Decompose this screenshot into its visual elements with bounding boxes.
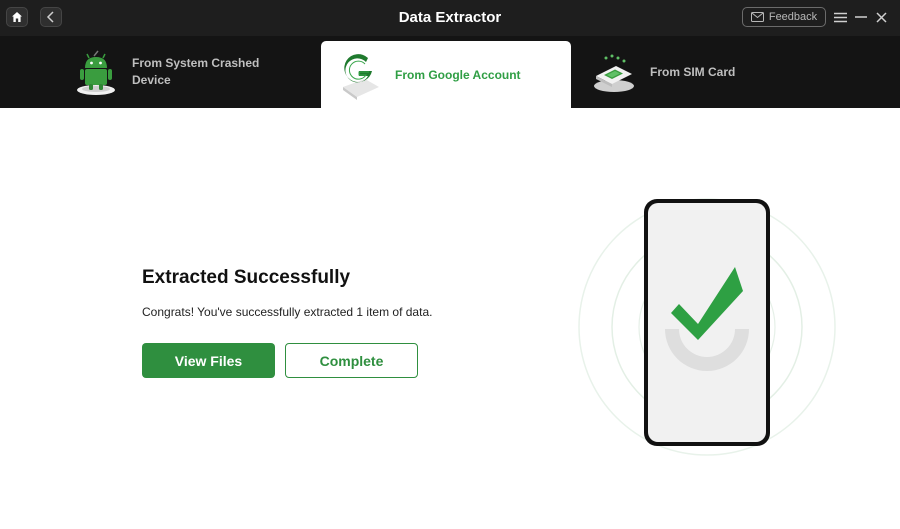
back-button[interactable] xyxy=(40,7,62,27)
feedback-button[interactable]: Feedback xyxy=(742,7,826,27)
title-bar: Data Extractor Feedback xyxy=(0,0,900,36)
mail-icon xyxy=(750,12,764,22)
success-heading: Extracted Successfully xyxy=(142,267,351,288)
app-window: Data Extractor Feedback From System Cras… xyxy=(0,0,900,529)
chevron-left-icon xyxy=(46,11,54,23)
hamburger-menu-icon xyxy=(833,12,847,22)
minimize-button[interactable] xyxy=(853,8,869,26)
tab-google-account[interactable]: From Google Account xyxy=(321,41,571,109)
main-content: Extracted Successfully Congrats! You've … xyxy=(0,108,900,529)
mode-tab-bar: From System Crashed Device From Google A… xyxy=(0,36,900,109)
complete-button[interactable]: Complete xyxy=(285,343,418,378)
sim-card-icon xyxy=(588,46,640,98)
view-files-button[interactable]: View Files xyxy=(142,343,275,378)
tab-label: From SIM Card xyxy=(650,64,736,79)
success-message: Congrats! You've successfully extracted … xyxy=(142,305,433,319)
feedback-label: Feedback xyxy=(768,11,818,23)
android-robot-icon xyxy=(70,46,122,98)
google-g-icon xyxy=(333,49,385,101)
home-button[interactable] xyxy=(6,7,28,27)
menu-button[interactable] xyxy=(832,8,848,26)
tab-label: From Google Account xyxy=(395,67,521,82)
tab-system-crashed-device[interactable]: From System Crashed Device xyxy=(70,36,320,108)
close-icon xyxy=(875,11,887,23)
home-icon xyxy=(12,12,22,22)
minimize-icon xyxy=(855,16,867,18)
success-phone-illustration xyxy=(575,193,840,463)
tab-label: From System Crashed Device xyxy=(132,56,260,87)
tab-sim-card[interactable]: From SIM Card xyxy=(588,36,838,108)
close-button[interactable] xyxy=(873,8,889,26)
